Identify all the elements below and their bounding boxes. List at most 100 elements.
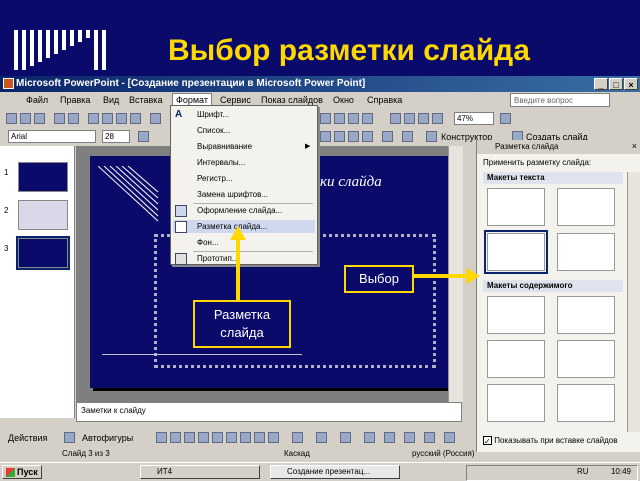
line-icon[interactable] [156, 432, 167, 443]
task-pane-scrollbar[interactable] [627, 172, 640, 432]
menu-item-bullets[interactable]: Список... [197, 126, 230, 135]
menu-item-case[interactable]: Регистр... [197, 174, 233, 183]
slide-thumb-1[interactable] [18, 162, 68, 192]
bold-icon[interactable] [138, 131, 149, 142]
menu-item-spacing[interactable]: Интервалы... [197, 158, 245, 167]
menu-tools[interactable]: Сервис [220, 95, 251, 105]
taskbar-item-folder[interactable]: ИТ4 [140, 465, 260, 479]
cut-icon[interactable] [102, 113, 113, 124]
undo-icon[interactable] [150, 113, 161, 124]
thumb-number: 2 [4, 206, 9, 215]
outdent-icon[interactable] [362, 131, 373, 142]
new-icon[interactable] [6, 113, 17, 124]
wordart-icon[interactable] [226, 432, 237, 443]
columns-icon[interactable] [348, 113, 359, 124]
spelling-icon[interactable] [88, 113, 99, 124]
layout-blank[interactable] [487, 296, 545, 334]
line-color-icon[interactable] [316, 432, 327, 443]
hyperlink-icon[interactable] [362, 113, 373, 124]
line-style-icon[interactable] [364, 432, 375, 443]
menu-insert[interactable]: Вставка [129, 95, 162, 105]
open-icon[interactable] [20, 113, 31, 124]
menu-item-master[interactable]: Прототип... [197, 254, 238, 263]
start-button[interactable]: Пуск [2, 465, 42, 479]
callout-layout-line2: слайда [220, 325, 264, 340]
font-select[interactable]: Arial [8, 130, 96, 143]
fill-color-icon[interactable] [292, 432, 303, 443]
menu-item-alignment[interactable]: Выравнивание [197, 142, 252, 151]
indent-icon[interactable] [348, 131, 359, 142]
layout-title-text[interactable] [484, 230, 548, 274]
decrease-font-icon[interactable] [334, 131, 345, 142]
menu-edit[interactable]: Правка [60, 95, 90, 105]
oval-icon[interactable] [198, 432, 209, 443]
chart-icon[interactable] [320, 113, 331, 124]
task-pane-title: Разметка слайда [495, 142, 559, 151]
slide-thumb-3[interactable] [16, 236, 70, 270]
menu-item-background[interactable]: Фон... [197, 238, 219, 247]
ask-question-input[interactable]: Введите вопрос [510, 93, 610, 107]
font-size-select[interactable]: 28 [102, 130, 130, 143]
language-indicator[interactable]: RU [577, 467, 589, 476]
notes-pane[interactable]: Заметки к слайду [76, 402, 462, 422]
table-icon[interactable] [334, 113, 345, 124]
dash-style-icon[interactable] [384, 432, 395, 443]
menu-item-replace-fonts[interactable]: Замена шрифтов... [197, 190, 268, 199]
layout-content-grid[interactable] [557, 384, 615, 422]
3d-icon[interactable] [444, 432, 455, 443]
slide-title-text[interactable]: ки слайда [320, 174, 382, 191]
actions-button[interactable]: Действия [8, 433, 47, 443]
font-color-icon[interactable] [340, 432, 351, 443]
maximize-button[interactable]: □ [609, 78, 623, 90]
menu-separator [193, 251, 313, 252]
zoom-select[interactable]: 47% [454, 112, 494, 125]
page-title: Выбор разметки слайда [168, 34, 530, 67]
rectangle-icon[interactable] [184, 432, 195, 443]
designer-icon[interactable] [426, 131, 437, 142]
color-icon[interactable] [432, 113, 443, 124]
layout-blank-title[interactable] [557, 188, 615, 226]
help-icon[interactable] [500, 113, 511, 124]
grid-icon[interactable] [418, 113, 429, 124]
expand-icon[interactable] [390, 113, 401, 124]
shadow-icon[interactable] [424, 432, 435, 443]
layout-four-content[interactable] [487, 384, 545, 422]
layout-two-content[interactable] [557, 340, 615, 378]
menu-slideshow[interactable]: Показ слайдов [261, 95, 323, 105]
close-icon[interactable]: × [632, 141, 637, 151]
thumb-number: 1 [4, 168, 9, 177]
menu-view[interactable]: Вид [103, 95, 119, 105]
layout-two-columns[interactable] [557, 233, 615, 271]
textbox-icon[interactable] [212, 432, 223, 443]
menu-item-slide-design[interactable]: Оформление слайда... [197, 206, 282, 215]
picture-icon[interactable] [268, 432, 279, 443]
layout-content[interactable] [557, 296, 615, 334]
autoshapes-button[interactable]: Автофигуры [82, 433, 133, 443]
layout-title-content[interactable] [487, 340, 545, 378]
arrow-icon[interactable] [170, 432, 181, 443]
increase-font-icon[interactable] [320, 131, 331, 142]
animation-icon[interactable] [382, 131, 393, 142]
preview-icon[interactable] [68, 113, 79, 124]
slide-thumb-2[interactable] [18, 200, 68, 230]
menu-item-font[interactable]: Шрифт... [197, 110, 229, 119]
select-icon[interactable] [64, 432, 75, 443]
powerpoint-window: Microsoft PowerPoint - [Создание презент… [0, 76, 640, 481]
close-button[interactable]: × [624, 78, 638, 90]
menu-window[interactable]: Окно [333, 95, 354, 105]
minimize-button[interactable]: _ [594, 78, 608, 90]
clipart-icon[interactable] [254, 432, 265, 443]
show-formatting-icon[interactable] [404, 113, 415, 124]
paste-icon[interactable] [130, 113, 141, 124]
font-color-icon[interactable] [402, 131, 413, 142]
menu-help[interactable]: Справка [367, 95, 402, 105]
menu-file[interactable]: Файл [26, 95, 48, 105]
layout-title-only[interactable] [487, 188, 545, 226]
save-icon[interactable] [34, 113, 45, 124]
arrow-style-icon[interactable] [404, 432, 415, 443]
copy-icon[interactable] [116, 113, 127, 124]
taskbar-item-powerpoint[interactable]: Создание презентац... [270, 465, 400, 479]
design-name: Каскад [284, 449, 310, 458]
diagram-icon[interactable] [240, 432, 251, 443]
print-icon[interactable] [54, 113, 65, 124]
